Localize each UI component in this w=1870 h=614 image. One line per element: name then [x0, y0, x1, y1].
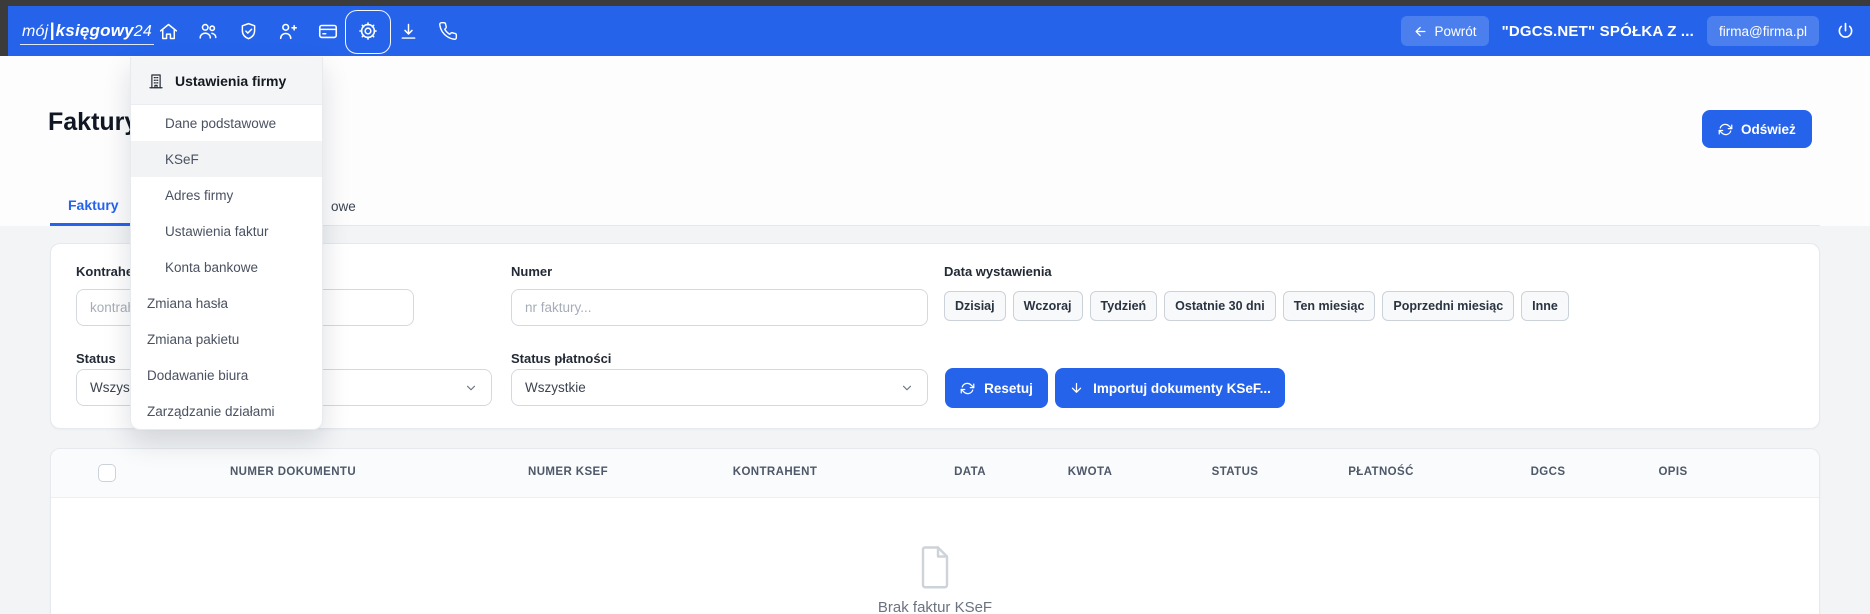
table-header-row: NUMER DOKUMENTU NUMER KSEF KONTRAHENT DATA K…: [51, 449, 1819, 498]
refresh-button-label: Odśwież: [1741, 122, 1796, 137]
power-icon[interactable]: [1832, 16, 1858, 46]
logo-prefix: mój: [22, 23, 48, 40]
topbar: mój|księgowy24: [8, 6, 1870, 56]
date-filter-chip[interactable]: Tydzień: [1090, 291, 1158, 321]
user-add-icon[interactable]: [268, 6, 308, 56]
building-icon: [147, 72, 165, 90]
settings-menu-header-label: Ustawienia firmy: [175, 73, 286, 89]
table-column-header: KONTRAHENT: [733, 466, 818, 478]
users-icon[interactable]: [188, 6, 228, 56]
refresh-button[interactable]: Odśwież: [1702, 110, 1812, 148]
status-label: Status: [76, 351, 116, 366]
app-screen: mój|księgowy24: [0, 0, 1870, 614]
numer-label: Numer: [511, 264, 552, 279]
shield-check-icon[interactable]: [228, 6, 268, 56]
import-ksef-button-label: Importuj dokumenty KSeF...: [1093, 381, 1271, 396]
date-filter-chip[interactable]: Ten miesiąc: [1283, 291, 1376, 321]
window-chrome-left: [0, 0, 8, 56]
refresh-icon: [960, 381, 975, 396]
chevron-down-icon: [464, 381, 478, 395]
account-email-label: firma@firma.pl: [1719, 24, 1807, 39]
numer-input[interactable]: [511, 289, 928, 326]
arrow-down-icon: [1069, 381, 1084, 396]
arrow-left-icon: [1413, 24, 1428, 39]
settings-menu-item[interactable]: Zmiana hasła: [131, 285, 322, 321]
settings-menu-item[interactable]: Adres firmy: [131, 177, 322, 213]
table-column-header: STATUS: [1212, 466, 1259, 478]
refresh-icon: [1718, 122, 1733, 137]
back-button[interactable]: Powrót: [1401, 16, 1489, 46]
select-all-checkbox[interactable]: [98, 464, 116, 482]
page-title: Faktury: [48, 108, 138, 137]
empty-document-icon: [917, 544, 953, 595]
table-column-header: PŁATNOŚĆ: [1348, 466, 1414, 478]
company-name[interactable]: "DGCS.NET" SPÓŁKA Z ...: [1502, 23, 1694, 40]
settings-menu-item[interactable]: Zarządzanie działami: [131, 393, 322, 429]
invoices-table-panel: NUMER DOKUMENTU NUMER KSEF KONTRAHENT DATA K…: [50, 448, 1820, 614]
topbar-right: Powrót "DGCS.NET" SPÓŁKA Z ... firma@fir…: [1401, 6, 1858, 56]
settings-menu-header[interactable]: Ustawienia firmy: [131, 57, 322, 105]
date-filter-chip[interactable]: Ostatnie 30 dni: [1164, 291, 1276, 321]
payment-status-select-value: Wszystkie: [525, 380, 586, 395]
settings-menu-item[interactable]: KSeF: [131, 141, 322, 177]
table-column-header: NUMER DOKUMENTU: [230, 466, 356, 478]
date-label: Data wystawienia: [944, 264, 1052, 279]
settings-menu-item[interactable]: Konta bankowe: [131, 249, 322, 285]
table-column-header: OPIS: [1658, 466, 1687, 478]
date-filter-chip[interactable]: Inne: [1521, 291, 1569, 321]
account-email-button[interactable]: firma@firma.pl: [1707, 16, 1819, 46]
table-column-header: DATA: [954, 466, 986, 478]
topbar-nav: [148, 6, 468, 56]
empty-state-text: Brak faktur KSeF: [878, 599, 992, 614]
date-filter-chips: DzisiajWczorajTydzieńOstatnie 30 dniTen …: [944, 291, 1569, 321]
settings-icon[interactable]: [348, 6, 388, 56]
payment-status-label: Status płatności: [511, 351, 611, 366]
table-column-header: KWOTA: [1068, 466, 1113, 478]
credit-card-icon[interactable]: [308, 6, 348, 56]
reset-button[interactable]: Resetuj: [945, 368, 1048, 408]
date-filter-chip[interactable]: Dzisiaj: [944, 291, 1006, 321]
logo-divider: |: [49, 20, 54, 40]
app-logo[interactable]: mój|księgowy24: [20, 6, 154, 56]
table-column-header: NUMER KSEF: [528, 466, 608, 478]
settings-menu-items: Dane podstawoweKSeFAdres firmyUstawienia…: [131, 105, 322, 429]
table-column-header: DGCS: [1531, 466, 1566, 478]
settings-menu-item[interactable]: Zmiana pakietu: [131, 321, 322, 357]
phone-icon[interactable]: [428, 6, 468, 56]
settings-menu-item[interactable]: Ustawienia faktur: [131, 213, 322, 249]
settings-dropdown: Ustawienia firmy Dane podstawoweKSeFAdre…: [130, 57, 323, 430]
reset-button-label: Resetuj: [984, 381, 1033, 396]
logo-main: księgowy: [56, 21, 134, 40]
home-icon[interactable]: [148, 6, 188, 56]
settings-menu-item[interactable]: Dane podstawowe: [131, 105, 322, 141]
import-ksef-button[interactable]: Importuj dokumenty KSeF...: [1055, 368, 1285, 408]
back-button-label: Powrót: [1435, 24, 1477, 39]
date-filter-chip[interactable]: Poprzedni miesiąc: [1382, 291, 1514, 321]
payment-status-select[interactable]: Wszystkie: [511, 369, 928, 406]
download-icon[interactable]: [388, 6, 428, 56]
date-filter-chip[interactable]: Wczoraj: [1013, 291, 1083, 321]
settings-menu-item[interactable]: Dodawanie biura: [131, 357, 322, 393]
tab[interactable]: Faktury: [50, 186, 137, 226]
chevron-down-icon: [900, 381, 914, 395]
